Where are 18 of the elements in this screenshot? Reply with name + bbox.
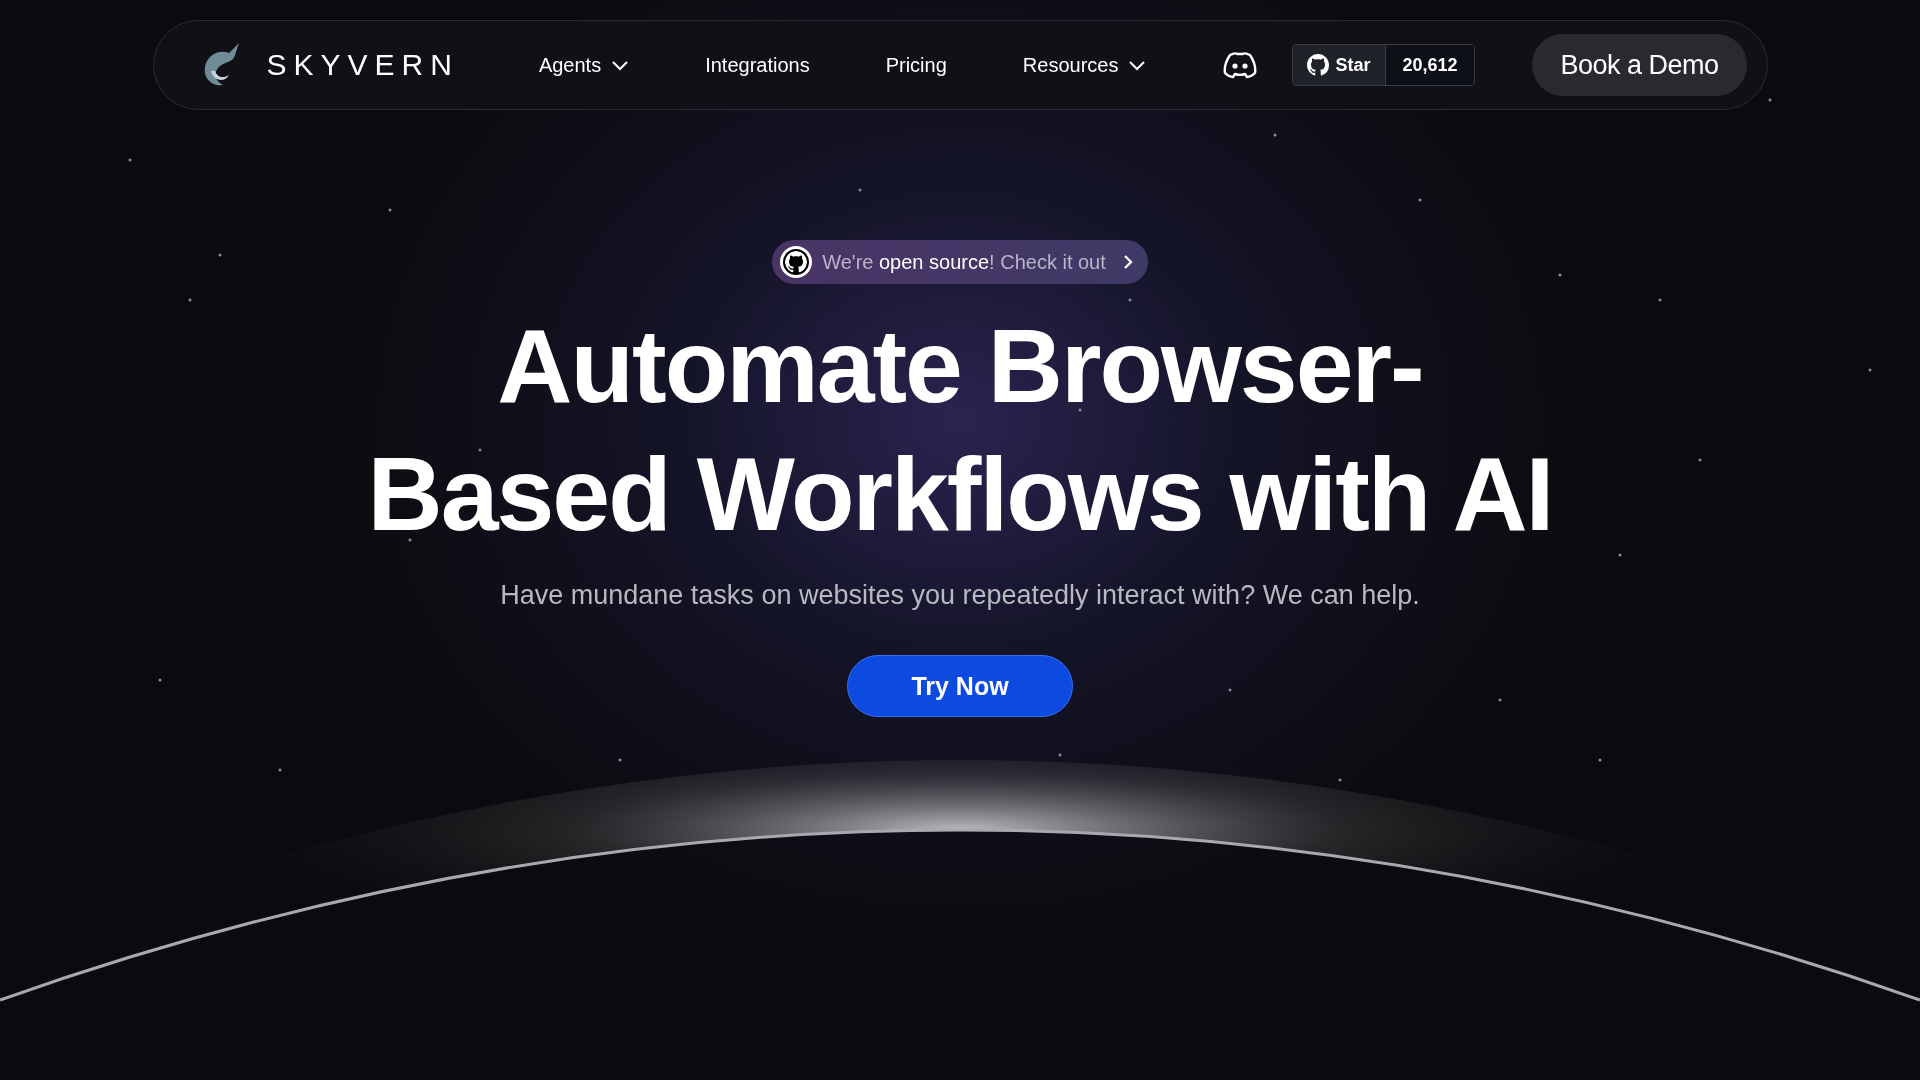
chevron-down-icon — [611, 59, 630, 71]
hero-headline: Automate Browser-Based Workflows with AI — [366, 307, 1554, 554]
nav-link[interactable]: Agents — [538, 53, 630, 77]
chevron-down-icon — [1128, 59, 1147, 71]
chevron-right-icon — [1121, 254, 1134, 270]
star-count[interactable]: 20,612 — [1386, 45, 1474, 85]
nav-link[interactable]: Resources — [1022, 53, 1147, 77]
github-star-button[interactable]: Star — [1293, 45, 1387, 85]
nav-link[interactable]: Integrations — [705, 53, 810, 77]
brand-name: SKYVERN — [266, 48, 459, 82]
book-demo-button[interactable]: Book a Demo — [1532, 34, 1747, 96]
github-icon — [780, 246, 813, 278]
github-icon — [1307, 54, 1330, 76]
open-source-badge[interactable]: We're open source! Check it out — [772, 240, 1148, 284]
discord-icon[interactable] — [1222, 51, 1259, 79]
nav-link[interactable]: Pricing — [885, 53, 947, 77]
try-now-button[interactable]: Try Now — [847, 655, 1073, 717]
hero-subtitle: Have mundane tasks on websites you repeatedly interact with? We can help. — [500, 580, 1420, 611]
